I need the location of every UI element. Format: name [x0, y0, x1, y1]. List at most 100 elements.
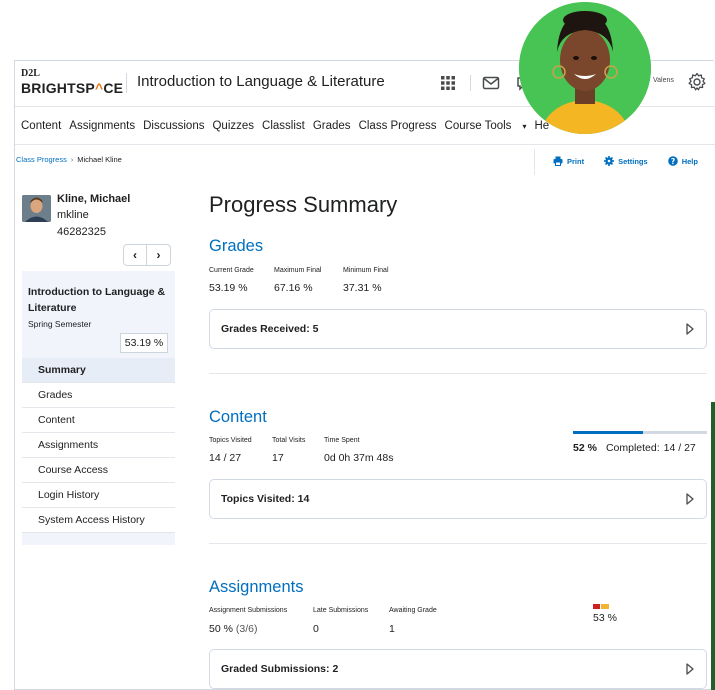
- topics-visited-value: 14 / 27: [209, 452, 242, 464]
- nav-class-progress[interactable]: Class Progress: [359, 120, 437, 132]
- nav-classlist[interactable]: Classlist: [262, 120, 305, 132]
- settings-gear-icon: [604, 156, 615, 166]
- toolbar-separator: [534, 149, 535, 175]
- nav-grades[interactable]: Grades: [313, 120, 351, 132]
- user-name[interactable]: Valens: [653, 77, 674, 84]
- student-name: Kline, Michael: [57, 193, 131, 205]
- sidebar-grade-badge: 53.19 %: [120, 333, 168, 353]
- next-student-button[interactable]: ›: [147, 244, 171, 266]
- sidebar-item-system-access-history[interactable]: System Access History: [22, 508, 175, 533]
- maximum-final-value: 67.16 %: [274, 282, 313, 294]
- nav-course-tools[interactable]: Course Tools ▾: [445, 120, 527, 132]
- expand-triangle-icon: [686, 323, 694, 335]
- nav-discussions[interactable]: Discussions: [143, 120, 204, 132]
- current-grade-label: Current Grade: [209, 267, 254, 274]
- svg-text:?: ?: [671, 157, 675, 166]
- expand-triangle-icon: [686, 663, 694, 675]
- breadcrumb-chevron-icon: ›: [70, 157, 74, 164]
- awaiting-grade-label: Awaiting Grade: [389, 607, 437, 614]
- student-avatar: [22, 195, 51, 222]
- header-separator-icons: [470, 75, 471, 91]
- sidebar-item-summary[interactable]: Summary: [22, 358, 175, 383]
- awaiting-grade-value: 1: [389, 623, 395, 635]
- gear-icon[interactable]: [687, 72, 707, 92]
- breadcrumb-class-progress[interactable]: Class Progress: [16, 155, 67, 164]
- chevron-down-icon: ▾: [522, 121, 527, 131]
- topics-visited-card-label: Topics Visited: 14: [221, 493, 310, 505]
- sidebar-item-content[interactable]: Content: [22, 408, 175, 433]
- sidebar-item-assignments[interactable]: Assignments: [22, 433, 175, 458]
- content-completed-value: 14 / 27: [663, 442, 696, 454]
- topics-visited-card[interactable]: Topics Visited: 14: [209, 479, 707, 519]
- assignment-mini-chart-icon: [593, 604, 609, 609]
- app-frame: D2L BRIGHTSP^CE Introduction to Language…: [14, 60, 715, 690]
- page-title: Progress Summary: [209, 192, 398, 217]
- sidebar-item-course-access[interactable]: Course Access: [22, 458, 175, 483]
- sidebar-menu: Summary Grades Content Assignments Cours…: [22, 358, 175, 533]
- print-button[interactable]: Print: [553, 156, 584, 166]
- time-spent-value: 0d 0h 37m 48s: [324, 452, 394, 464]
- expand-triangle-icon: [686, 493, 694, 505]
- assignment-submissions-value: 50 % (3/6): [209, 623, 258, 635]
- content-section-title[interactable]: Content: [209, 408, 267, 427]
- student-username: mkline: [57, 209, 89, 221]
- content-progress-percent: 52 %: [573, 442, 597, 454]
- printer-icon: [553, 156, 563, 166]
- nav-assignments[interactable]: Assignments: [69, 120, 135, 132]
- content-progress-text: 52 % Completed: 14 / 27: [573, 442, 696, 454]
- student-photo-icon: [22, 195, 51, 222]
- settings-button[interactable]: Settings: [604, 156, 648, 166]
- person-portrait-icon: [519, 2, 651, 134]
- total-visits-label: Total Visits: [272, 437, 306, 444]
- content-stat-labels: Topics Visited Total Visits Time Spent: [209, 437, 360, 444]
- sidebar-semester: Spring Semester: [28, 319, 92, 329]
- late-submissions-label: Late Submissions: [313, 607, 369, 614]
- total-visits-value: 17: [272, 452, 284, 464]
- breadcrumb-current: Michael Kline: [77, 155, 122, 164]
- time-spent-label: Time Spent: [324, 437, 360, 444]
- grades-stat-labels: Current Grade Maximum Final Minimum Fina…: [209, 267, 389, 274]
- graded-submissions-label: Graded Submissions: 2: [221, 663, 339, 675]
- help-circle-icon: ?: [667, 156, 678, 166]
- student-id: 46282325: [57, 226, 106, 238]
- help-button[interactable]: ? Help: [667, 156, 698, 166]
- course-title[interactable]: Introduction to Language & Literature: [137, 73, 385, 90]
- assignments-section-title[interactable]: Assignments: [209, 578, 303, 597]
- student-pager: ‹ ›: [123, 244, 171, 266]
- sidebar-item-login-history[interactable]: Login History: [22, 483, 175, 508]
- assignment-submissions-label: Assignment Submissions: [209, 607, 288, 614]
- assignments-stat-labels: Assignment Submissions Late Submissions …: [209, 607, 437, 614]
- content-completed-label: Completed:: [605, 442, 660, 454]
- content-progress-fill: [573, 431, 643, 434]
- user-avatar: [519, 2, 651, 134]
- background-edge: [711, 402, 715, 690]
- sidebar-course-name: Introduction to Language & Literature: [28, 286, 166, 314]
- grades-received-card[interactable]: Grades Received: 5: [209, 309, 707, 349]
- brightspace-logo[interactable]: D2L BRIGHTSP^CE: [21, 68, 124, 96]
- waffle-grid-icon[interactable]: [440, 75, 456, 91]
- assignments-stat-values: 50 % (3/6) 0 1: [209, 623, 395, 635]
- late-submissions-value: 0: [313, 623, 319, 635]
- minimum-final-value: 37.31 %: [343, 282, 382, 294]
- page-tools: Print Settings ? Help: [553, 156, 698, 166]
- sidebar-item-grades[interactable]: Grades: [22, 383, 175, 408]
- header-separator: [126, 73, 127, 93]
- previous-student-button[interactable]: ‹: [123, 244, 147, 266]
- section-divider: [209, 543, 707, 544]
- grades-received-label: Grades Received: 5: [221, 323, 319, 335]
- topics-visited-label: Topics Visited: [209, 437, 252, 444]
- nav-content[interactable]: Content: [21, 120, 61, 132]
- grades-stat-values: 53.19 % 67.16 % 37.31 %: [209, 282, 382, 294]
- current-grade-value: 53.19 %: [209, 282, 248, 294]
- nav-quizzes[interactable]: Quizzes: [212, 120, 254, 132]
- assignments-percent: 53 %: [593, 612, 617, 624]
- logo-brightspace-text: BRIGHTSP^CE: [21, 80, 124, 96]
- breadcrumb: Class Progress › Michael Kline: [16, 155, 122, 164]
- content-stat-values: 14 / 27 17 0d 0h 37m 48s: [209, 452, 393, 464]
- section-divider: [209, 373, 707, 374]
- logo-d2l-text: D2L: [21, 68, 40, 79]
- grades-section-title[interactable]: Grades: [209, 237, 263, 256]
- mail-icon[interactable]: [482, 75, 500, 91]
- graded-submissions-card[interactable]: Graded Submissions: 2: [209, 649, 707, 689]
- maximum-final-label: Maximum Final: [274, 267, 322, 274]
